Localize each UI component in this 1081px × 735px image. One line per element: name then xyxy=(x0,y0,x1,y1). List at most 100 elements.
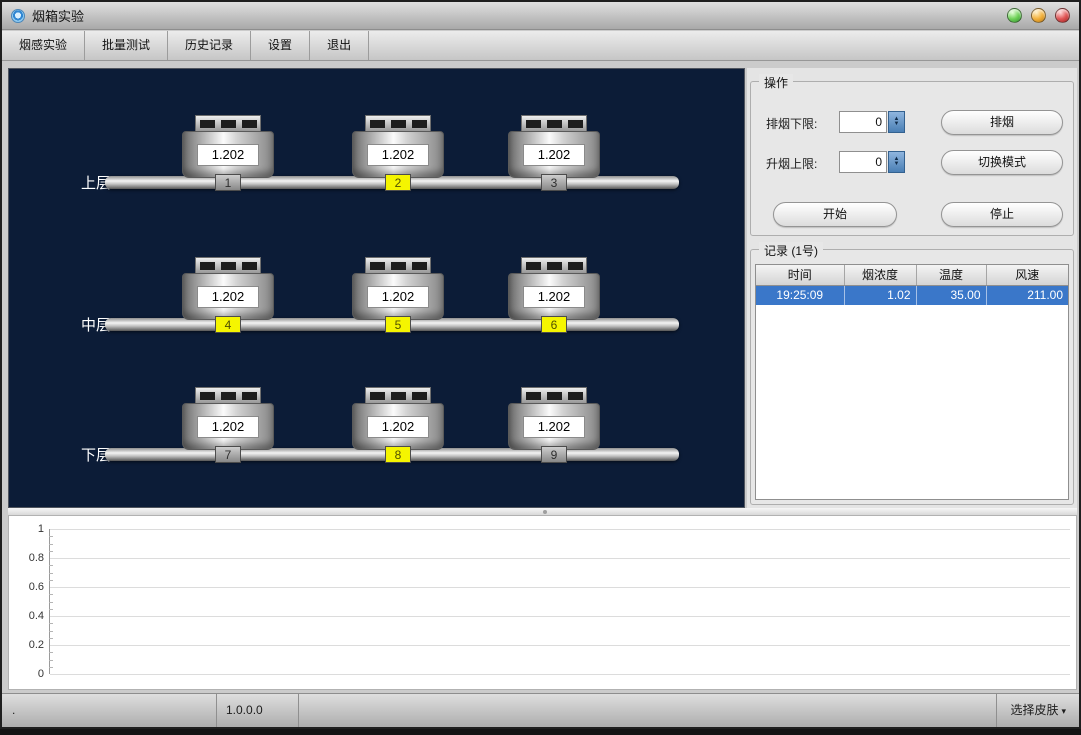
device-body: 1.202 xyxy=(352,403,444,450)
record-row[interactable]: 19:25:091.0235.00211.00 xyxy=(756,285,1068,305)
y-axis-minor-tick xyxy=(49,565,53,566)
switch-mode-button[interactable]: 切换模式 xyxy=(941,150,1063,175)
y-axis-minor-tick xyxy=(49,551,53,552)
sensor-value-display: 1.202 xyxy=(523,286,585,308)
status-bar: . 1.0.0.0 选择皮肤▾ xyxy=(2,693,1079,727)
sensor-value-display: 1.202 xyxy=(367,416,429,438)
sensor-tag-9[interactable]: 9 xyxy=(541,446,567,463)
sensor-tag-7[interactable]: 7 xyxy=(215,446,241,463)
exhaust-lower-limit-spinner[interactable]: 0 ▲▼ xyxy=(839,111,905,133)
y-axis-minor-tick xyxy=(49,660,53,661)
device-body: 1.202 xyxy=(352,273,444,320)
device-body: 1.202 xyxy=(508,273,600,320)
chart-gridline xyxy=(50,616,1070,617)
record-cell: 19:25:09 xyxy=(756,285,844,305)
skin-selector[interactable]: 选择皮肤▾ xyxy=(996,694,1079,727)
device-body: 1.202 xyxy=(182,403,274,450)
y-axis-minor-tick xyxy=(49,652,53,653)
close-button[interactable] xyxy=(1055,8,1070,23)
device-body: 1.202 xyxy=(508,403,600,450)
device-body: 1.202 xyxy=(508,131,600,178)
stop-button[interactable]: 停止 xyxy=(941,202,1063,227)
sensor-value-display: 1.202 xyxy=(367,144,429,166)
sensor-tag-1[interactable]: 1 xyxy=(215,174,241,191)
device-body: 1.202 xyxy=(182,273,274,320)
device-vent-cap xyxy=(365,387,431,403)
title-bar: 烟箱实验 xyxy=(2,2,1079,30)
chart-plot-area: 10.80.60.40.20 xyxy=(49,529,1070,674)
sensor-tag-4[interactable]: 4 xyxy=(215,316,241,333)
sensor-device-1: 1.202 xyxy=(182,115,274,178)
device-vent-cap xyxy=(195,257,261,273)
menu-item-batch-test[interactable]: 批量测试 xyxy=(85,31,168,60)
spinner-value[interactable]: 0 xyxy=(839,151,887,173)
records-column-header: 烟浓度 xyxy=(844,265,916,285)
version-label: 1.0.0.0 xyxy=(217,694,299,727)
sensor-tag-2[interactable]: 2 xyxy=(385,174,411,191)
y-axis-tick-label: 0.4 xyxy=(14,610,44,622)
records-column-header: 温度 xyxy=(916,265,986,285)
y-axis-minor-tick xyxy=(49,580,53,581)
trend-chart: 10.80.60.40.20 xyxy=(8,515,1077,690)
horizontal-splitter[interactable] xyxy=(8,508,1077,515)
window-controls xyxy=(1007,8,1070,23)
chart-gridline xyxy=(50,674,1070,675)
status-message: . xyxy=(2,694,217,727)
device-vent-cap xyxy=(521,387,587,403)
sensor-value-display: 1.202 xyxy=(197,416,259,438)
spinner-arrows-icon[interactable]: ▲▼ xyxy=(888,151,905,173)
record-cell: 35.00 xyxy=(916,285,986,305)
spinner-arrows-icon[interactable]: ▲▼ xyxy=(888,111,905,133)
smoke-upper-limit-spinner[interactable]: 0 ▲▼ xyxy=(839,151,905,173)
caret-down-icon: ▾ xyxy=(1061,706,1066,716)
y-axis-tick-label: 0 xyxy=(14,668,44,680)
y-axis-tick-label: 0.6 xyxy=(14,581,44,593)
device-body: 1.202 xyxy=(352,131,444,178)
sensor-value-display: 1.202 xyxy=(367,286,429,308)
records-header-row: 时间烟浓度温度风速 xyxy=(756,265,1068,285)
y-axis-minor-tick xyxy=(49,544,53,545)
side-panel: 操作 排烟下限: 0 ▲▼ 升烟上限: 0 ▲▼ 排烟 切换模式 开始 停止 记… xyxy=(747,68,1077,508)
sensor-tag-3[interactable]: 3 xyxy=(541,174,567,191)
records-column-header: 风速 xyxy=(986,265,1068,285)
sensor-device-7: 1.202 xyxy=(182,387,274,450)
sensor-tag-5[interactable]: 5 xyxy=(385,316,411,333)
minimize-button[interactable] xyxy=(1007,8,1022,23)
menu-bar: 烟感实验批量测试历史记录设置退出 xyxy=(2,31,1079,61)
device-vent-cap xyxy=(521,115,587,131)
records-title: 记录 (1号) xyxy=(759,242,823,259)
sensor-device-6: 1.202 xyxy=(508,257,600,320)
sensor-device-5: 1.202 xyxy=(352,257,444,320)
start-button[interactable]: 开始 xyxy=(773,202,897,227)
device-vent-cap xyxy=(195,115,261,131)
y-axis-minor-tick xyxy=(49,609,53,610)
sensor-tag-8[interactable]: 8 xyxy=(385,446,411,463)
sensor-row-1: 上层1.20211.20221.2023 xyxy=(9,115,744,205)
chart-gridline xyxy=(50,645,1070,646)
menu-item-history[interactable]: 历史记录 xyxy=(168,31,251,60)
chart-gridline xyxy=(50,587,1070,588)
maximize-button[interactable] xyxy=(1031,8,1046,23)
device-body: 1.202 xyxy=(182,131,274,178)
menu-item-exit[interactable]: 退出 xyxy=(310,31,369,60)
sensor-row-2: 中层1.20241.20251.2026 xyxy=(9,257,744,347)
y-axis-minor-tick xyxy=(49,536,53,537)
sensor-tag-6[interactable]: 6 xyxy=(541,316,567,333)
spinner-value[interactable]: 0 xyxy=(839,111,887,133)
y-axis-minor-tick xyxy=(49,573,53,574)
exhaust-button[interactable]: 排烟 xyxy=(941,110,1063,135)
device-vent-cap xyxy=(365,257,431,273)
device-vent-cap xyxy=(365,115,431,131)
sensor-value-display: 1.202 xyxy=(523,416,585,438)
app-icon xyxy=(11,9,25,23)
y-axis-minor-tick xyxy=(49,594,53,595)
menu-item-settings[interactable]: 设置 xyxy=(251,31,310,60)
record-cell: 1.02 xyxy=(844,285,916,305)
smoke-upper-limit-label: 升烟上限: xyxy=(766,155,817,172)
operations-title: 操作 xyxy=(759,74,793,91)
y-axis-minor-tick xyxy=(49,623,53,624)
splitter-grip xyxy=(543,510,547,514)
y-axis-minor-tick xyxy=(49,631,53,632)
sensor-device-8: 1.202 xyxy=(352,387,444,450)
menu-item-smoke-experiment[interactable]: 烟感实验 xyxy=(2,31,85,60)
